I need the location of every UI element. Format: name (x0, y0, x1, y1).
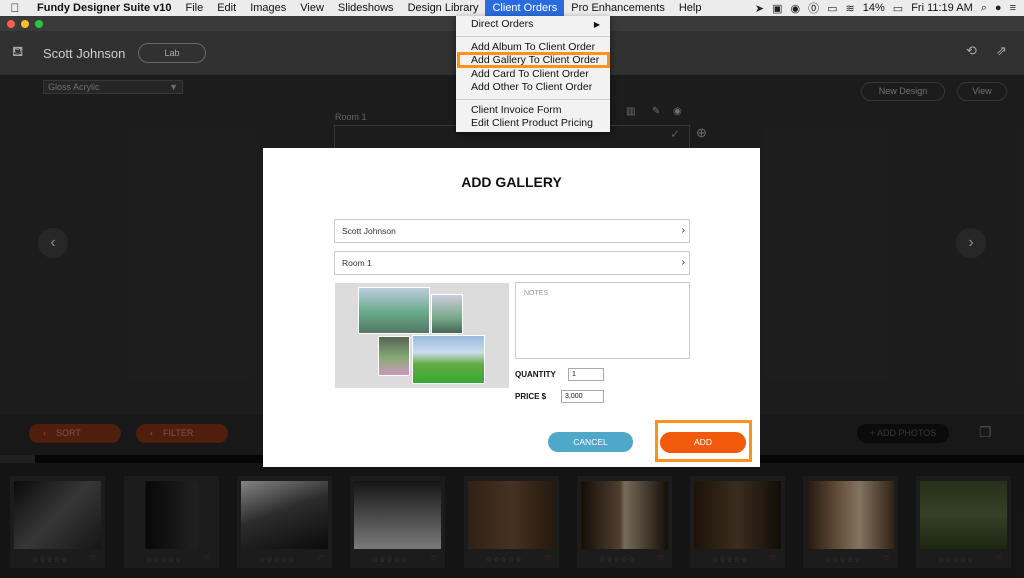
cart-icon[interactable]: ⟲ (966, 43, 977, 59)
price-input[interactable]: 3,000 (561, 390, 604, 403)
room-select-value: Room 1 (342, 258, 372, 268)
preview-photo (378, 336, 410, 376)
client-select[interactable]: Scott Johnson › (334, 219, 690, 243)
preview-photo (431, 294, 463, 334)
menu-item-add-card[interactable]: Add Card To Client Order (456, 68, 610, 82)
menu-bar:  Fundy Designer Suite v10 File Edit Ima… (0, 0, 1024, 16)
client-select-value: Scott Johnson (342, 226, 396, 236)
battery-icon[interactable]: ▭ (893, 2, 903, 15)
film-icon[interactable]: ▣ (772, 2, 782, 15)
notes-field[interactable]: NOTES (515, 282, 690, 359)
dialog-title: ADD GALLERY (461, 174, 562, 190)
client-name: Scott Johnson (43, 46, 126, 61)
gallery-preview (335, 283, 509, 388)
apple-icon[interactable]:  (0, 1, 30, 15)
menu-design-library[interactable]: Design Library (401, 0, 486, 16)
share-icon[interactable]: ⇗ (996, 43, 1007, 59)
circle-icon[interactable]: ⓪ (808, 0, 819, 16)
quantity-input[interactable]: 1 (568, 368, 604, 381)
siri-icon[interactable]: ● (995, 2, 1002, 14)
wifi-icon[interactable]: ≋ (846, 2, 855, 15)
menu-item-label: Direct Orders (471, 18, 534, 30)
cancel-button[interactable]: CANCEL (548, 432, 633, 452)
add-button-highlight (655, 420, 752, 462)
chevron-right-icon: › (681, 225, 685, 236)
menu-divider (456, 35, 610, 37)
status-area: ➤ ▣ ◉ ⓪ ▭ ≋ 14% ▭ Fri 11:19 AM ⌕ ● ≡ (755, 0, 1024, 16)
client-orders-menu: Direct Orders ▶ Add Album To Client Orde… (456, 16, 610, 132)
price-label: PRICE $ (515, 392, 547, 401)
menu-item-client-invoice[interactable]: Client Invoice Form (456, 104, 610, 118)
menu-help[interactable]: Help (672, 0, 709, 16)
menu-view[interactable]: View (293, 0, 331, 16)
battery-percent: 14% (862, 2, 885, 14)
preview-photo (412, 335, 485, 384)
lab-button[interactable]: Lab (138, 43, 206, 63)
chevron-right-icon: › (681, 257, 685, 268)
preview-photo (358, 287, 430, 334)
menu-slideshows[interactable]: Slideshows (331, 0, 401, 16)
zoom-window-button[interactable] (35, 20, 43, 28)
submenu-arrow-icon: ▶ (593, 20, 600, 29)
menu-images[interactable]: Images (243, 0, 293, 16)
menu-item-highlight (457, 52, 610, 68)
client-sofa-icon[interactable]: ⛾ (12, 43, 23, 62)
menu-item-add-other[interactable]: Add Other To Client Order (456, 81, 610, 95)
notification-list-icon[interactable]: ≡ (1010, 2, 1016, 14)
spotlight-search-icon[interactable]: ⌕ (981, 2, 987, 15)
minimize-window-button[interactable] (21, 20, 29, 28)
menu-divider (456, 98, 610, 100)
menu-edit[interactable]: Edit (210, 0, 243, 16)
menu-pro-enhancements[interactable]: Pro Enhancements (564, 0, 672, 16)
menu-client-orders[interactable]: Client Orders (485, 0, 565, 16)
airplay-icon[interactable]: ▭ (827, 2, 837, 15)
quantity-label: QUANTITY (515, 370, 556, 379)
menu-file[interactable]: File (178, 0, 210, 16)
menu-item-direct-orders[interactable]: Direct Orders ▶ (456, 18, 610, 32)
app-name-menu[interactable]: Fundy Designer Suite v10 (30, 2, 178, 14)
airdrop-icon[interactable]: ➤ (755, 2, 764, 15)
sync-icon[interactable]: ◉ (791, 2, 801, 15)
notes-placeholder: NOTES (524, 290, 549, 297)
menu-item-edit-pricing[interactable]: Edit Client Product Pricing (456, 117, 610, 131)
clock[interactable]: Fri 11:19 AM (911, 2, 973, 14)
room-select[interactable]: Room 1 › (334, 251, 690, 275)
close-window-button[interactable] (7, 20, 15, 28)
